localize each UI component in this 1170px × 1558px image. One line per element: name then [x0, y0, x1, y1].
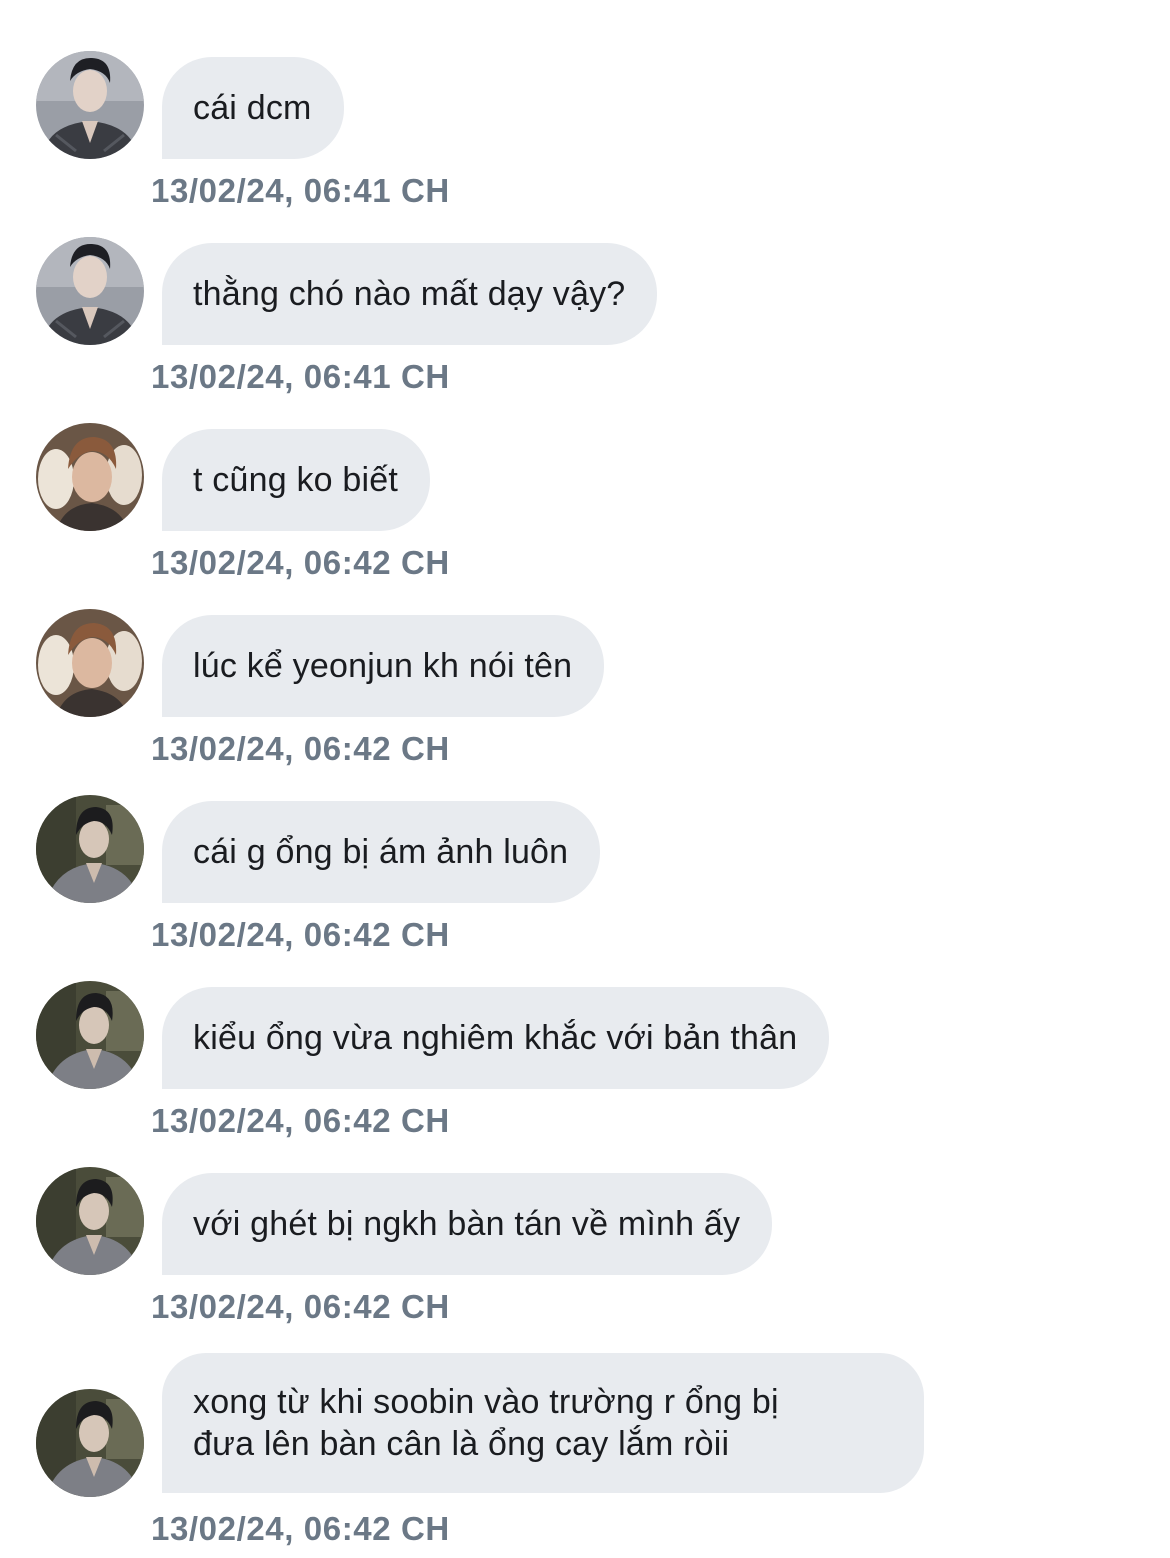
message-timestamp: 13/02/24, 06:42 CH — [151, 544, 450, 581]
avatar-user-c-image — [36, 981, 144, 1089]
message-timestamp: 13/02/24, 06:42 CH — [151, 1510, 450, 1547]
avatar-user-a-image — [36, 237, 144, 345]
message-bubble[interactable]: lúc kể yeonjun kh nói tên — [162, 615, 605, 717]
message-timestamp: 13/02/24, 06:42 CH — [151, 730, 450, 767]
avatar[interactable] — [36, 1167, 144, 1275]
avatar-user-c-image — [36, 1389, 144, 1497]
message-line: đưa lên bàn cân là ổng cay lắm ròii — [193, 1425, 730, 1463]
avatar-user-b-image — [36, 609, 144, 717]
message-line: xong từ khi soobin vào trường r ổng bị — [193, 1383, 779, 1421]
avatar[interactable] — [36, 237, 144, 345]
avatar[interactable] — [36, 795, 144, 903]
avatar-user-a-image — [36, 51, 144, 159]
message-bubble[interactable]: thằng chó nào mất dạy vậy? — [162, 243, 658, 345]
avatar[interactable] — [36, 1389, 144, 1497]
message-bubble[interactable]: kiểu ổng vừa nghiêm khắc với bản thân — [162, 987, 830, 1089]
avatar-user-c-image — [36, 795, 144, 903]
message-timestamp: 13/02/24, 06:42 CH — [151, 916, 450, 953]
message-timestamp: 13/02/24, 06:41 CH — [151, 358, 450, 395]
message-timestamp: 13/02/24, 06:41 CH — [151, 172, 450, 209]
message-bubble[interactable]: cái dcm — [162, 57, 344, 159]
avatar[interactable] — [36, 609, 144, 717]
message-bubble[interactable]: t cũng ko biết — [162, 429, 431, 531]
avatar[interactable] — [36, 423, 144, 531]
message-bubble[interactable]: cái g ổng bị ám ảnh luôn — [162, 801, 601, 903]
avatar-user-c-image — [36, 1167, 144, 1275]
avatar-user-b-image — [36, 423, 144, 531]
message-timestamp: 13/02/24, 06:42 CH — [151, 1102, 450, 1139]
message-bubble[interactable]: với ghét bị ngkh bàn tán về mình ấy — [162, 1173, 773, 1275]
message-timestamp: 13/02/24, 06:42 CH — [151, 1288, 450, 1325]
avatar[interactable] — [36, 51, 144, 159]
message-bubble[interactable]: xong từ khi soobin vào trường r ổng bị đ… — [162, 1353, 924, 1493]
avatar[interactable] — [36, 981, 144, 1089]
